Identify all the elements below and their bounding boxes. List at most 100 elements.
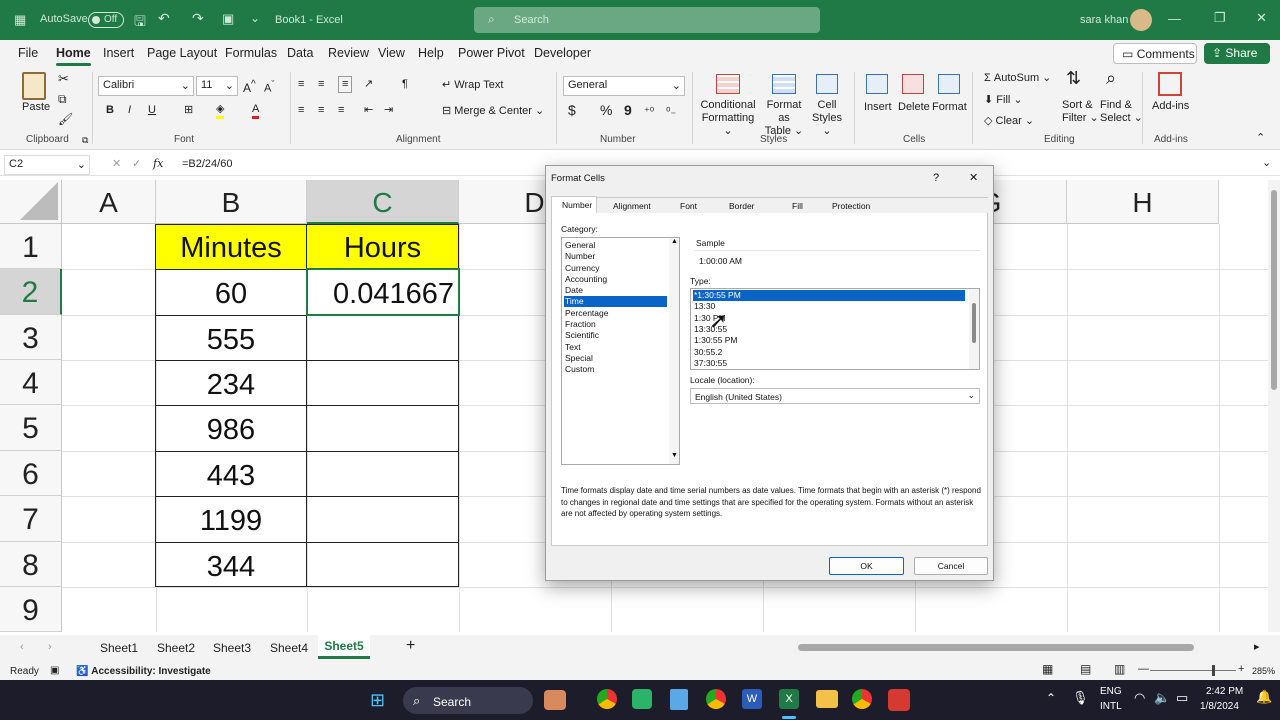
column-header-a[interactable]: A [62,180,156,224]
dialog-launcher-icon[interactable]: ⧉ [82,134,88,147]
file-explorer-icon[interactable] [816,690,838,708]
notifications-icon[interactable]: 🔔 [1256,689,1272,705]
scroll-right-icon[interactable]: ▸ [1254,641,1260,654]
dialog-tab-alignment[interactable]: Alignment [613,201,651,211]
sheet-tab-2[interactable]: Sheet2 [157,642,195,655]
name-box[interactable]: C2 ⌄ [4,155,90,175]
cancel-entry-icon[interactable]: ✕ [112,158,121,171]
font-color-icon[interactable]: A [252,103,260,119]
category-text[interactable]: Text [564,342,667,353]
insert-button[interactable]: Insert [864,101,892,114]
align-bottom-icon[interactable]: ≡ [338,76,353,93]
tab-file[interactable]: File [18,46,38,60]
dialog-tab-protection[interactable]: Protection [832,201,870,211]
restore-icon[interactable]: ❐ [1214,10,1226,26]
normal-view-icon[interactable]: ▦ [1042,663,1053,676]
help-icon[interactable]: ? [933,172,939,184]
type-item[interactable]: 1:30 PM [693,313,965,324]
category-custom[interactable]: Custom [564,364,667,375]
insert-cells-icon[interactable] [866,74,888,94]
cell-b7[interactable]: 1199 [156,497,306,542]
cell-b6[interactable]: 443 [156,452,306,496]
comma-style-button[interactable]: 9 [624,103,632,117]
cut-icon[interactable]: ✂ [58,72,69,85]
find-select-button[interactable]: Find & Select ⌄ [1100,99,1143,125]
row-header-1[interactable]: 1 [0,224,62,269]
chevron-up-icon[interactable]: ⌃ [1046,691,1056,705]
fill-button[interactable]: ⬇ Fill ⌄ [984,94,1023,107]
tab-review[interactable]: Review [328,46,369,60]
collapse-ribbon-icon[interactable]: ⌃ [1256,132,1265,145]
paste-button[interactable]: Paste [22,101,50,114]
number-format-select[interactable]: General ⌄ [563,76,685,96]
merge-center-button[interactable]: ⊟ Merge & Center ⌄ [442,105,544,118]
row-header-5[interactable]: 5 [0,405,62,451]
rtl-icon[interactable]: ¶ [402,78,408,91]
column-header-h[interactable]: H [1067,180,1219,224]
cell-b4[interactable]: 234 [156,361,306,405]
tab-power-pivot[interactable]: Power Pivot [458,46,525,60]
page-break-view-icon[interactable]: ▥ [1114,663,1125,676]
row-header-9[interactable]: 9 [0,587,62,632]
column-header-c[interactable]: C [307,180,459,224]
orientation-icon[interactable]: ↗ [364,78,373,91]
avatar[interactable] [1130,9,1152,31]
category-date[interactable]: Date [564,285,667,296]
share-button[interactable]: ⇪ Share [1204,43,1270,64]
find-select-icon[interactable]: ⌕ [1106,69,1116,87]
dialog-tab-font[interactable]: Font [680,201,697,211]
dialog-tab-fill[interactable]: Fill [792,201,803,211]
tab-view[interactable]: View [378,46,405,60]
category-scrollbar[interactable]: ▲ ▼ [669,238,679,464]
row-header-6[interactable]: 6 [0,451,62,496]
cell-b8[interactable]: 344 [156,543,306,587]
close-icon[interactable]: ✕ [1256,10,1267,26]
align-center-icon[interactable]: ≡ [318,104,324,117]
accessibility-status[interactable]: ♿ Accessibility: Investigate [76,665,211,678]
font-size-select[interactable]: 11 ⌄ [196,76,238,96]
row-header-2[interactable]: 2 [0,269,62,315]
format-button[interactable]: Format [932,101,967,114]
tab-help[interactable]: Help [418,46,444,60]
type-list[interactable]: *1:30:55 PM 13:30 1:30 PM 13:30:55 1:30:… [690,288,980,370]
category-list[interactable]: General Number Currency Accounting Date … [561,237,680,465]
category-fraction[interactable]: Fraction [564,319,667,330]
sheet-tab-1[interactable]: Sheet1 [100,642,138,655]
type-item[interactable]: 1:30:55 PM [693,335,965,346]
horizontal-scrollbar[interactable] [798,644,1194,651]
decrease-indent-icon[interactable]: ⇤ [364,104,373,117]
search-box[interactable]: ⌕ Search [474,7,820,33]
notepad-icon[interactable] [670,689,688,710]
vertical-scrollbar[interactable] [1268,180,1280,632]
type-scrollbar[interactable] [969,289,979,369]
clear-button[interactable]: ◇ Clear ⌄ [984,115,1034,128]
format-as-table-icon[interactable] [772,74,796,94]
microphone-icon[interactable]: 🎙 [1072,690,1089,706]
sheet-tab-5-active[interactable]: Sheet5 [318,635,370,659]
zoom-level[interactable]: 285% [1252,665,1275,678]
word-icon[interactable]: W [742,689,762,709]
page-layout-view-icon[interactable]: ▤ [1080,663,1091,676]
save-icon[interactable]: 🖫 [134,11,146,35]
copilot-icon[interactable] [544,690,566,710]
cell-b1[interactable]: Minutes [156,225,306,269]
shrink-font-icon[interactable]: Aˇ [264,78,274,96]
align-right-icon[interactable]: ≡ [338,104,344,117]
keyboard-layout[interactable]: INTL [1100,701,1122,712]
align-left-icon[interactable]: ≡ [298,104,304,117]
format-cells-icon[interactable] [938,74,960,94]
cell-b3[interactable]: 555 [156,316,306,360]
autosave-toggle[interactable]: Off [88,12,124,28]
zoom-in-icon[interactable]: + [1238,663,1244,676]
cell-styles-icon[interactable] [816,74,838,94]
add-ins-icon[interactable] [1158,72,1182,96]
tab-home[interactable]: Home [56,46,91,66]
align-middle-icon[interactable]: ≡ [318,78,324,91]
format-as-table-button[interactable]: Format as Table ⌄ [760,99,808,138]
dialog-tab-border[interactable]: Border [729,201,755,211]
delete-button[interactable]: Delete [898,101,930,114]
recorder-icon[interactable] [888,689,910,711]
category-number[interactable]: Number [564,251,667,262]
category-scientific[interactable]: Scientific [564,330,667,341]
volume-icon[interactable]: 🔈 [1154,690,1170,706]
